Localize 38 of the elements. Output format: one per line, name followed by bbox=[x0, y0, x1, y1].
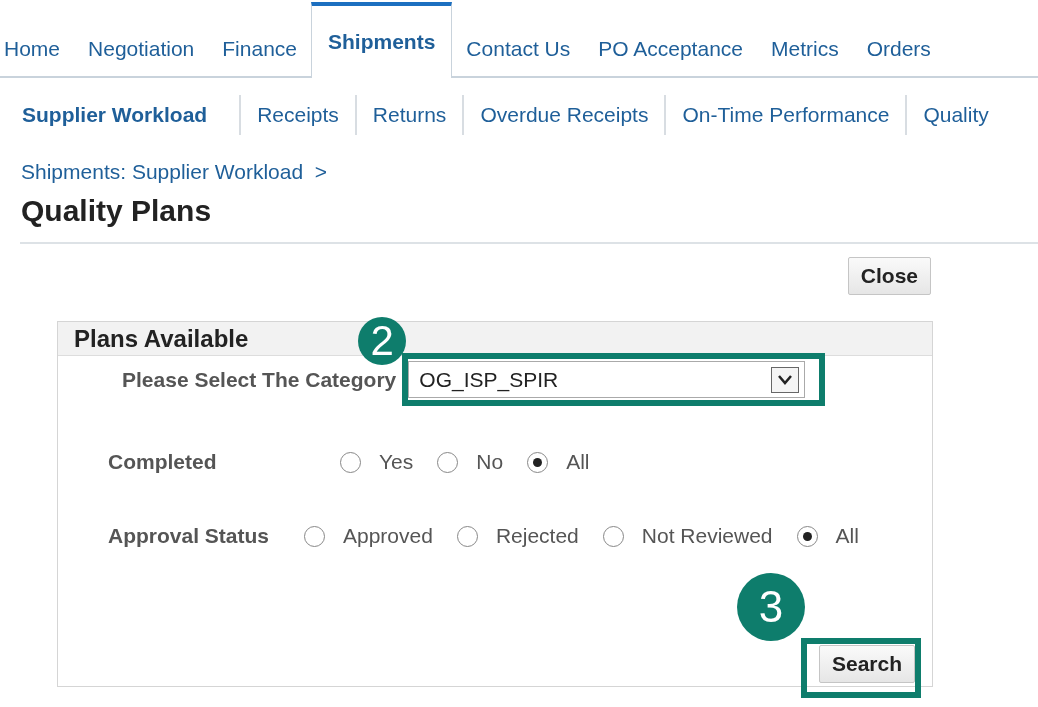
nav-tab[interactable]: PO Acceptance bbox=[584, 22, 757, 76]
nav-tab[interactable]: Negotiation bbox=[74, 22, 209, 76]
radio-button[interactable] bbox=[796, 525, 818, 547]
nav-tab[interactable]: Home bbox=[0, 22, 75, 76]
nav-tab[interactable]: Shipments bbox=[311, 2, 453, 78]
field-label: Completed bbox=[108, 450, 218, 474]
option-label: Not Reviewed bbox=[641, 524, 773, 548]
subtab-link[interactable]: Overdue Receipts bbox=[462, 95, 665, 135]
step-number: 2 bbox=[358, 317, 407, 365]
subtab-link[interactable]: Supplier Workload bbox=[6, 95, 240, 135]
page-title: Quality Plans bbox=[20, 194, 212, 228]
close-button[interactable]: Close bbox=[847, 257, 931, 295]
option-label: Rejected bbox=[495, 524, 579, 548]
nav-tab[interactable]: Contact Us bbox=[452, 22, 585, 76]
search-button[interactable]: Search bbox=[818, 645, 915, 683]
subtab-link[interactable]: Quality bbox=[905, 95, 1005, 135]
radio-button[interactable] bbox=[602, 525, 624, 547]
subtab-link[interactable]: Receipts bbox=[239, 95, 355, 135]
option-label: Approved bbox=[343, 524, 433, 548]
field-label: Please Select The Category bbox=[122, 367, 397, 392]
radio-button[interactable] bbox=[304, 525, 325, 547]
radio-button[interactable] bbox=[527, 451, 549, 473]
option-label: All bbox=[566, 450, 590, 474]
option-label: No bbox=[476, 450, 504, 474]
step-number: 3 bbox=[736, 573, 805, 641]
nav-tab[interactable]: Finance bbox=[208, 22, 311, 76]
nav-tab[interactable]: Orders bbox=[852, 22, 945, 76]
field-label: Approval Status bbox=[108, 524, 271, 548]
nav-tab[interactable]: Metrics bbox=[757, 22, 853, 76]
radio-button[interactable] bbox=[456, 525, 478, 547]
subtab-link[interactable]: Returns bbox=[354, 95, 463, 135]
option-label: All bbox=[835, 524, 859, 548]
option-label: Yes bbox=[379, 450, 414, 474]
radio-button[interactable] bbox=[340, 451, 361, 473]
radio-button[interactable] bbox=[437, 451, 459, 473]
subtab-link[interactable]: On-Time Performance bbox=[664, 95, 906, 135]
breadcrumb-link[interactable]: Shipments: Supplier Workload > bbox=[0, 160, 328, 184]
category-dropdown[interactable]: OG_ISP_SPIR bbox=[408, 361, 806, 398]
